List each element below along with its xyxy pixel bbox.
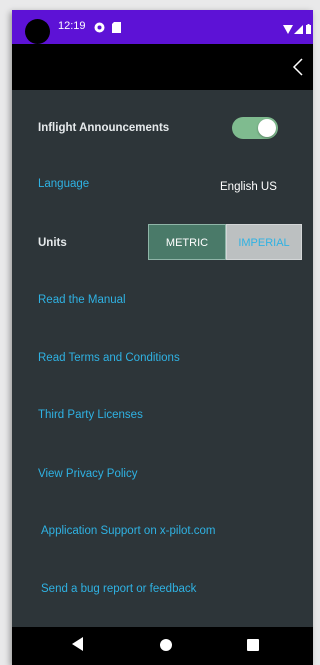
cast-icon — [94, 20, 105, 38]
units-imperial-option[interactable]: IMPERIAL — [226, 224, 302, 260]
status-bar: 12:19 — [12, 10, 313, 44]
back-triangle-icon[interactable] — [72, 637, 84, 656]
inflight-announcements-toggle[interactable] — [232, 117, 278, 139]
system-nav-bar — [12, 627, 313, 665]
terms-link[interactable]: Read Terms and Conditions — [38, 352, 180, 364]
chevron-left-icon[interactable] — [291, 58, 307, 76]
units-segmented-control: METRIC IMPERIAL — [148, 224, 302, 260]
phone-screen: 12:19 Inflight Announcements Language En… — [12, 10, 313, 665]
inflight-announcements-label: Inflight Announcements — [38, 122, 170, 134]
signal-icon — [294, 21, 303, 39]
recents-square-icon[interactable] — [247, 638, 259, 656]
wifi-icon — [283, 21, 293, 39]
units-metric-option[interactable]: METRIC — [148, 224, 226, 260]
app-bar — [12, 44, 313, 90]
units-label: Units — [38, 237, 67, 249]
application-support-link[interactable]: Application Support on x-pilot.com — [41, 525, 216, 537]
home-circle-icon[interactable] — [160, 638, 172, 656]
status-time: 12:19 — [58, 20, 86, 32]
third-party-licenses-link[interactable]: Third Party Licenses — [38, 409, 143, 421]
battery-icon — [306, 21, 311, 39]
toggle-knob — [258, 119, 276, 137]
privacy-policy-link[interactable]: View Privacy Policy — [38, 468, 138, 480]
language-label[interactable]: Language — [38, 178, 89, 190]
language-value[interactable]: English US — [220, 181, 277, 193]
read-manual-link[interactable]: Read the Manual — [38, 294, 126, 306]
sim-card-icon — [112, 20, 121, 38]
bug-report-link[interactable]: Send a bug report or feedback — [41, 583, 196, 595]
camera-cutout — [25, 19, 50, 44]
